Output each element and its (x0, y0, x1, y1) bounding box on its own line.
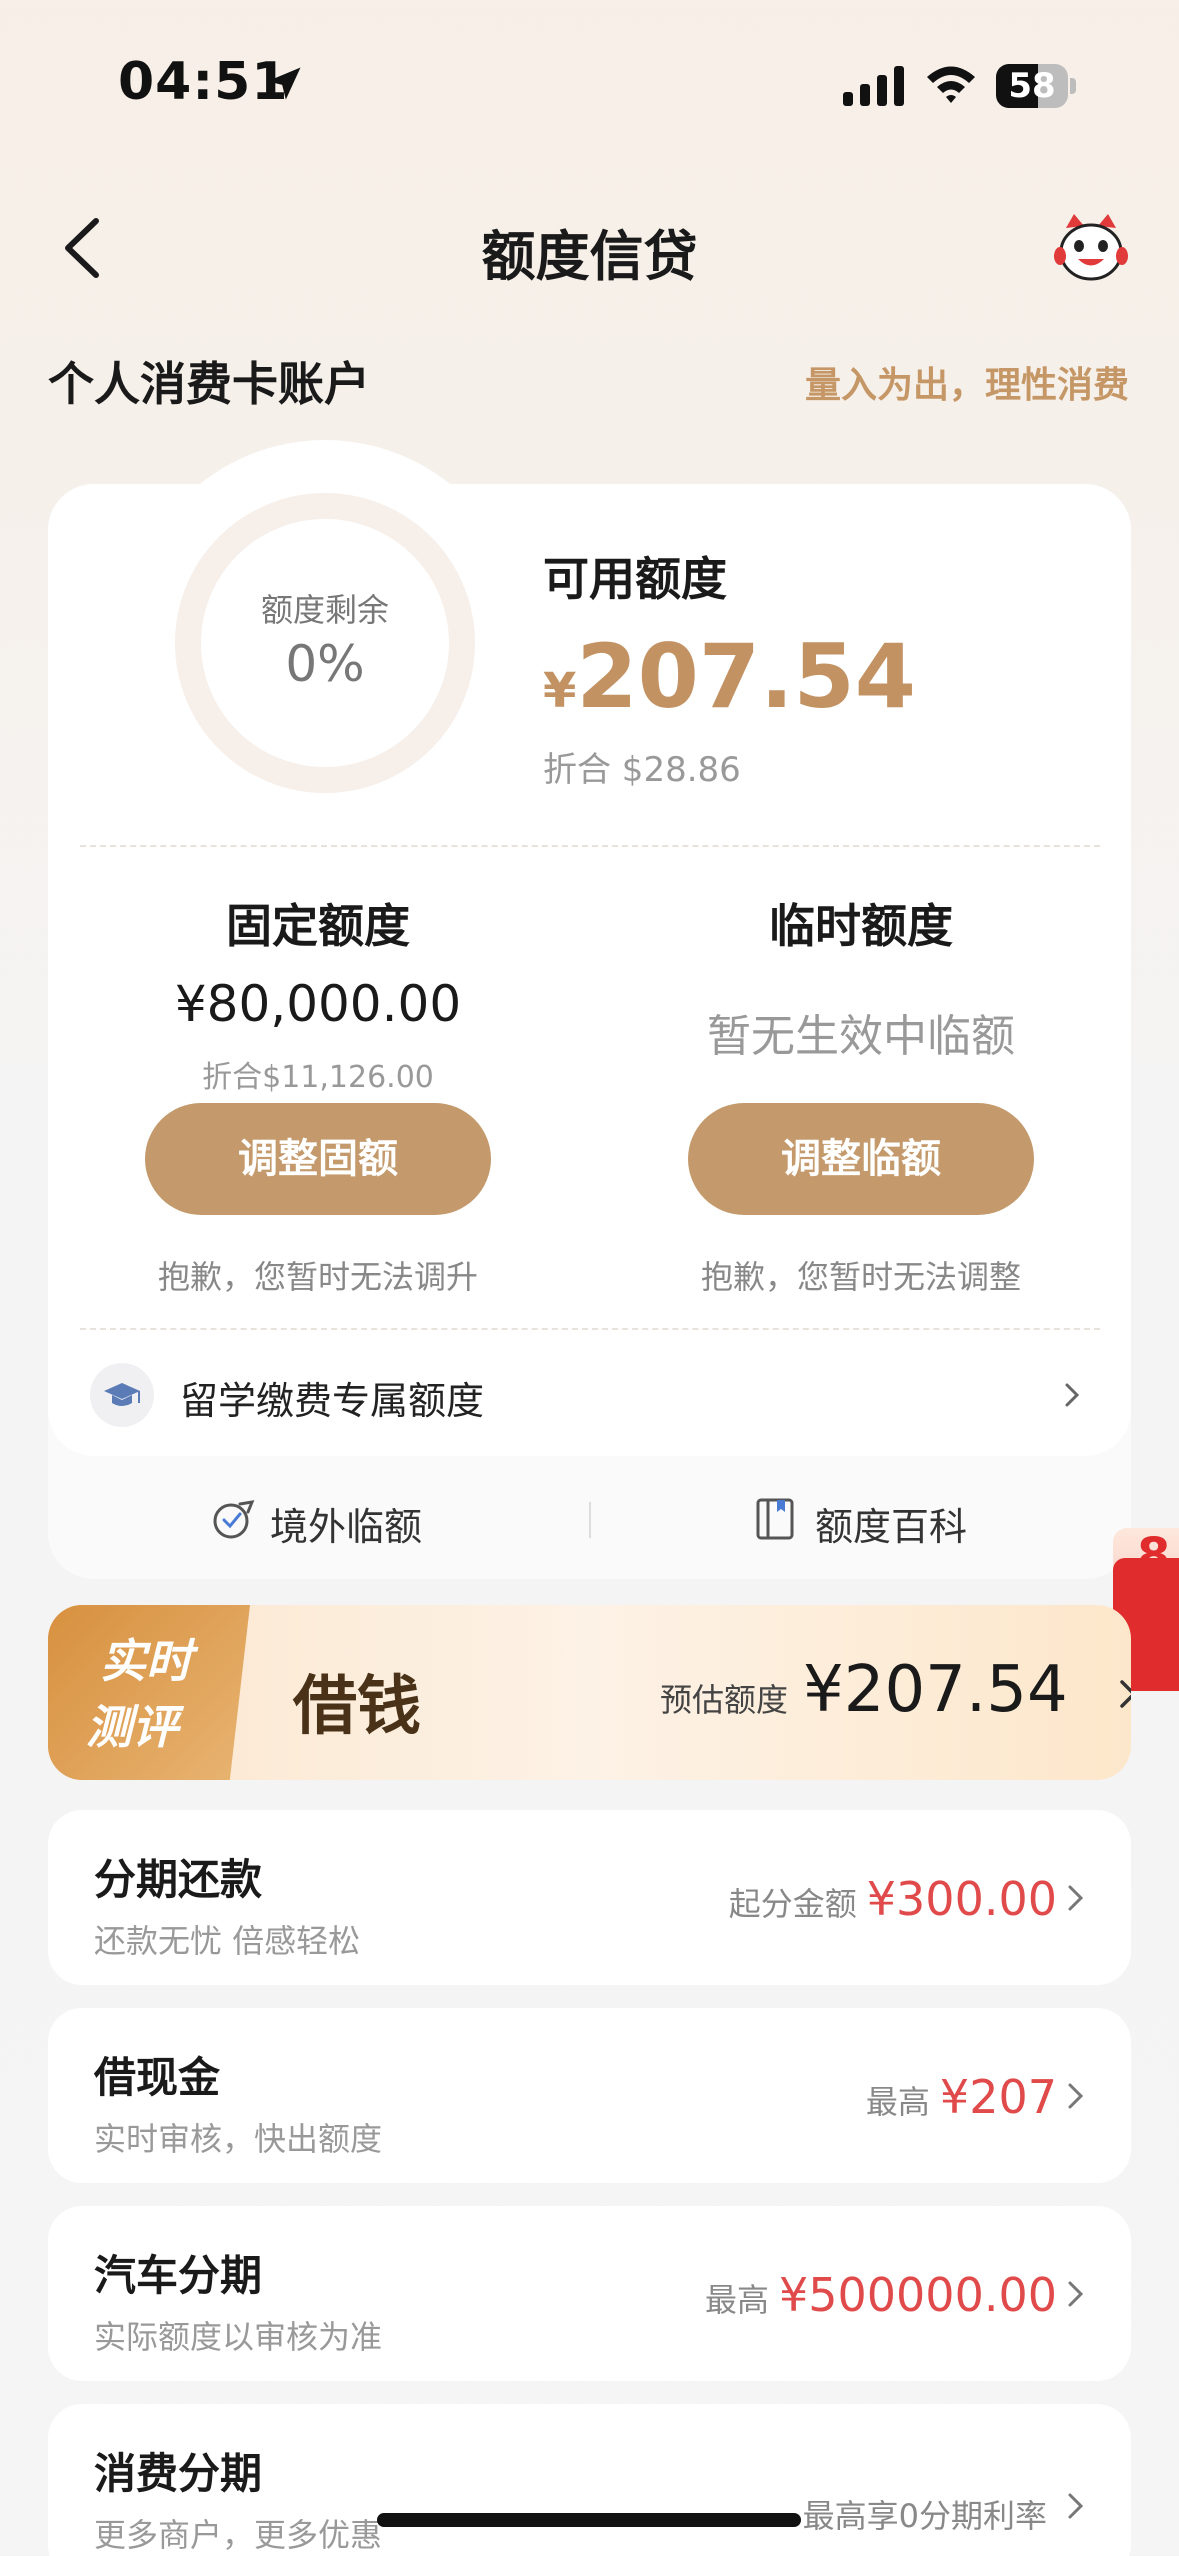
list-item-cash-loan[interactable]: 借现金 实时审核，快出额度 最高 ¥207 (48, 2008, 1131, 2183)
page-title: 额度信贷 (481, 225, 698, 288)
list-item-subtitle: 实时审核，快出额度 (94, 2120, 383, 2158)
battery-indicator: 58 (996, 64, 1076, 108)
chevron-right-icon (1068, 2281, 1084, 2307)
quota-wiki-label: 额度百科 (815, 1505, 968, 1549)
list-item-right-label: 最高 (865, 2083, 930, 2121)
list-item-right: 最高 ¥500000.00 (705, 2268, 1057, 2322)
home-indicator (377, 2513, 801, 2527)
chevron-right-icon (1065, 1383, 1080, 1407)
temp-quota-note: 抱歉，您暂时无法调整 (700, 1258, 1021, 1296)
realtime-eval-tag: 实时 测评 (48, 1605, 250, 1780)
location-arrow-icon (267, 67, 301, 100)
remaining-label: 额度剩余 (260, 591, 389, 629)
separator (589, 1502, 591, 1538)
list-item-title: 分期还款 (94, 1855, 263, 1904)
fixed-quota-amount: ¥80,000.00 (174, 975, 462, 1033)
remaining-value: 0% (285, 635, 365, 693)
status-bar: 04:51 58 (0, 0, 1179, 170)
list-item-right-label: 起分金额 (728, 1885, 857, 1923)
list-item-subtitle: 更多商户，更多优惠 (94, 2516, 383, 2554)
list-item-title: 借现金 (94, 2053, 221, 2102)
cellular-signal-icon (843, 66, 904, 106)
list-item-title: 消费分期 (94, 2449, 263, 2498)
list-item-title: 汽车分期 (94, 2251, 263, 2300)
globe-plane-icon (213, 1500, 255, 1539)
list-item-right: 最高享0分期利率 (803, 2484, 1057, 2538)
list-item-subtitle: 还款无忧 倍感轻松 (94, 1922, 361, 1960)
overseas-temp-label: 境外临额 (270, 1505, 423, 1549)
temp-quota-status: 暂无生效中临额 (707, 1011, 1015, 1062)
list-item-right: 起分金额 ¥300.00 (729, 1872, 1057, 1926)
list-item-right-label: 最高 (704, 2281, 769, 2319)
estimate-value: ¥207.54 (803, 1653, 1068, 1727)
chevron-right-icon (1068, 2493, 1084, 2519)
divider (80, 845, 1100, 847)
divider (80, 1328, 1100, 1330)
list-item-right-value: ¥500000.00 (778, 2268, 1057, 2322)
battery-cap (1070, 78, 1076, 94)
slogan-text: 量入为出，理性消费 (804, 365, 1129, 406)
available-number: 207.54 (576, 625, 916, 728)
available-amount: ¥207.54 (543, 625, 916, 728)
chevron-right-icon (1120, 1680, 1131, 1708)
available-currency: ¥ (543, 663, 577, 719)
estimate-label: 预估额度 (660, 1681, 789, 1719)
fixed-quota-title: 固定额度 (226, 899, 410, 953)
wifi-icon (927, 66, 975, 103)
temp-quota-title: 临时额度 (769, 899, 953, 953)
list-item-installment-repay[interactable]: 分期还款 还款无忧 倍感轻松 起分金额 ¥300.00 (48, 1810, 1131, 1985)
list-item-right-label: 最高享0分期利率 (802, 2497, 1047, 2535)
study-quota-row[interactable]: 留学缴费专属额度 (90, 1360, 1100, 1430)
study-quota-label: 留学缴费专属额度 (180, 1379, 485, 1423)
available-label: 可用额度 (543, 552, 727, 606)
list-item-subtitle: 实际额度以审核为准 (94, 2318, 383, 2356)
mascot-avatar-icon[interactable] (1052, 212, 1130, 284)
account-title: 个人消费卡账户 (48, 357, 370, 411)
side-promo-text: 8 (1137, 1528, 1171, 1584)
overseas-temp-link[interactable]: 境外临额 (210, 1490, 470, 1550)
book-icon (756, 1498, 794, 1540)
list-item-right: 最高 ¥207 (866, 2070, 1057, 2124)
adjust-fixed-button[interactable]: 调整固额 (145, 1103, 491, 1215)
list-item-right-value: ¥300.00 (866, 1872, 1057, 1926)
fixed-quota-equiv: 折合$11,126.00 (202, 1060, 434, 1095)
borrow-title: 借钱 (293, 1669, 421, 1744)
available-equiv: 折合 $28.86 (543, 750, 741, 790)
list-item-consumer-installment[interactable]: 消费分期 更多商户，更多优惠 最高享0分期利率 (48, 2404, 1131, 2556)
tag-line-2: 测评 (86, 1700, 178, 1754)
list-item-car-installment[interactable]: 汽车分期 实际额度以审核为准 最高 ¥500000.00 (48, 2206, 1131, 2381)
graduation-cap-icon (90, 1363, 154, 1427)
chevron-right-icon (1068, 2083, 1084, 2109)
fixed-quota-note: 抱歉，您暂时无法调升 (157, 1258, 478, 1296)
borrow-banner[interactable]: 实时 测评 借钱 预估额度 ¥207.54 (48, 1605, 1131, 1780)
quota-wiki-link[interactable]: 额度百科 (755, 1490, 1015, 1550)
tag-line-1: 实时 (100, 1634, 192, 1688)
adjust-temp-button[interactable]: 调整临额 (688, 1103, 1034, 1215)
battery-percent: 58 (1008, 66, 1056, 106)
list-item-right-value: ¥207 (939, 2070, 1057, 2124)
chevron-right-icon (1068, 1885, 1084, 1911)
